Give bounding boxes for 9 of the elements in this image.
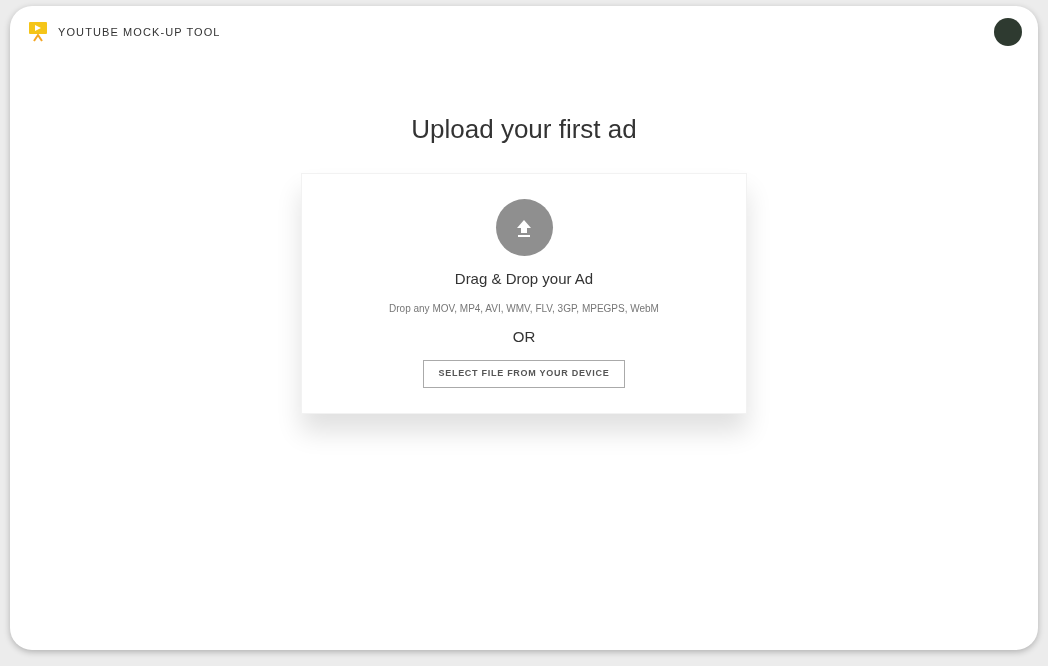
drop-heading: Drag & Drop your Ad — [454, 269, 594, 289]
page-title: Upload your first ad — [411, 113, 637, 146]
presentation-icon — [28, 21, 48, 43]
separator-text: OR — [512, 326, 536, 347]
upload-icon[interactable] — [495, 199, 553, 256]
select-file-button[interactable]: SELECT FILE FROM YOUR DEVICE — [423, 360, 625, 388]
format-hint: Drop any MOV, MP4, AVI, WMV, FLV, 3GP, MPEGPS, WebM — [389, 301, 659, 316]
app-title: YOUTUBE MOCK-UP TOOL — [58, 24, 221, 40]
avatar[interactable] — [994, 18, 1022, 46]
